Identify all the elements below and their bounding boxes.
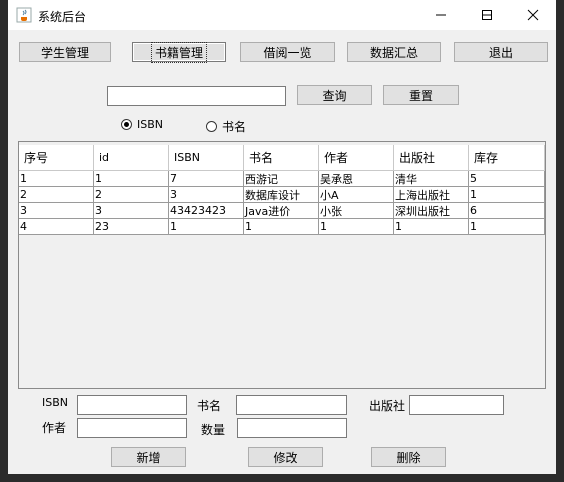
table-cell: 1 — [244, 219, 319, 235]
table-cell: 1 — [469, 187, 545, 203]
java-cup-icon — [16, 7, 32, 23]
close-icon — [527, 9, 539, 21]
add-label: 新增 — [136, 450, 161, 465]
table-header: 序号 id ISBN 书名 作者 出版社 库存 — [19, 145, 545, 171]
table-row[interactable]: 4 23 1 1 1 1 1 — [19, 219, 545, 235]
col-header[interactable]: ISBN — [169, 145, 244, 171]
book-mgmt-button[interactable]: 书籍管理 — [132, 41, 226, 63]
delete-label: 删除 — [396, 450, 421, 465]
table-cell: 上海出版社 — [394, 187, 469, 203]
table-cell: 清华 — [394, 171, 469, 187]
col-header[interactable]: id — [94, 145, 169, 171]
delete-button[interactable]: 删除 — [371, 447, 446, 467]
exit-button[interactable]: 退出 — [454, 42, 548, 62]
publisher-label: 出版社 — [369, 399, 406, 413]
table-cell: 2 — [19, 187, 94, 203]
radio-isbn-label: ISBN — [137, 118, 164, 131]
exit-label: 退出 — [488, 45, 513, 60]
data-summary-label: 数据汇总 — [369, 45, 418, 60]
col-header[interactable]: 作者 — [319, 145, 394, 171]
table-cell: 深圳出版社 — [394, 203, 469, 219]
table-cell: 数据库设计 — [244, 187, 319, 203]
maximize-control[interactable] — [464, 0, 510, 30]
table-cell: 吴承恩 — [319, 171, 394, 187]
title-field[interactable] — [236, 395, 347, 415]
table-row[interactable]: 3 3 43423423 Java进价 小张 深圳出版社 6 — [19, 203, 545, 219]
borrow-list-button[interactable]: 借阅一览 — [240, 42, 335, 62]
table-cell: 2 — [94, 187, 169, 203]
author-field[interactable] — [77, 418, 187, 438]
table-cell: 小A — [319, 187, 394, 203]
table-cell: 1 — [394, 219, 469, 235]
qty-field[interactable] — [237, 418, 347, 438]
borrow-list-label: 借阅一览 — [263, 45, 312, 60]
table-cell: 1 — [469, 219, 545, 235]
edit-button[interactable]: 修改 — [248, 447, 323, 467]
table-cell: 4 — [19, 219, 94, 235]
radio-unselected-icon — [206, 121, 217, 132]
isbn-label: ISBN — [42, 396, 69, 409]
close-control[interactable] — [510, 0, 556, 30]
title-label: 书名 — [197, 399, 222, 413]
minimize-control[interactable] — [418, 0, 464, 30]
isbn-field[interactable] — [77, 395, 187, 415]
col-header[interactable]: 出版社 — [394, 145, 469, 171]
table-cell: 43423423 — [169, 203, 244, 219]
radio-selected-icon — [121, 119, 132, 130]
table-cell: 1 — [319, 219, 394, 235]
query-label: 查询 — [322, 88, 347, 103]
publisher-field[interactable] — [409, 395, 504, 415]
table-cell: 5 — [469, 171, 545, 187]
table-row[interactable]: 2 2 3 数据库设计 小A 上海出版社 1 — [19, 187, 545, 203]
radio-isbn[interactable]: ISBN — [121, 118, 163, 131]
reset-label: 重置 — [408, 88, 433, 103]
student-mgmt-label: 学生管理 — [40, 45, 89, 60]
radio-title-label: 书名 — [222, 120, 247, 134]
table-cell: 6 — [469, 203, 545, 219]
table-cell: 3 — [19, 203, 94, 219]
maximize-icon — [482, 10, 492, 20]
edit-label: 修改 — [273, 450, 298, 465]
data-summary-button[interactable]: 数据汇总 — [347, 42, 441, 62]
table-cell: 23 — [94, 219, 169, 235]
table-row[interactable]: 1 1 7 西游记 吴承恩 清华 5 — [19, 171, 545, 187]
col-header[interactable]: 书名 — [244, 145, 319, 171]
books-table: 序号 id ISBN 书名 作者 出版社 库存 1 1 7 西游记 吴承恩 清华… — [18, 141, 546, 389]
qty-label: 数量 — [201, 423, 226, 437]
table-cell: 1 — [169, 219, 244, 235]
minimize-icon — [436, 14, 446, 16]
table-cell: 西游记 — [244, 171, 319, 187]
reset-button[interactable]: 重置 — [383, 85, 459, 105]
radio-title[interactable]: 书名 — [206, 118, 246, 135]
add-button[interactable]: 新增 — [111, 447, 186, 467]
window-title: 系统后台 — [38, 10, 87, 24]
col-header[interactable]: 序号 — [19, 145, 94, 171]
table-cell: Java进价 — [244, 203, 319, 219]
table-body: 1 1 7 西游记 吴承恩 清华 5 2 2 3 数据库设计 小A 上海出版社 … — [19, 171, 545, 235]
table-cell: 小张 — [319, 203, 394, 219]
table-cell: 1 — [19, 171, 94, 187]
book-mgmt-label: 书籍管理 — [150, 41, 208, 63]
table-cell: 1 — [94, 171, 169, 187]
student-mgmt-button[interactable]: 学生管理 — [19, 42, 111, 62]
table-cell: 7 — [169, 171, 244, 187]
col-header[interactable]: 库存 — [469, 145, 545, 171]
query-button[interactable]: 查询 — [297, 85, 372, 105]
table-cell: 3 — [94, 203, 169, 219]
author-label: 作者 — [42, 421, 67, 435]
search-input[interactable] — [107, 86, 286, 106]
table-cell: 3 — [169, 187, 244, 203]
